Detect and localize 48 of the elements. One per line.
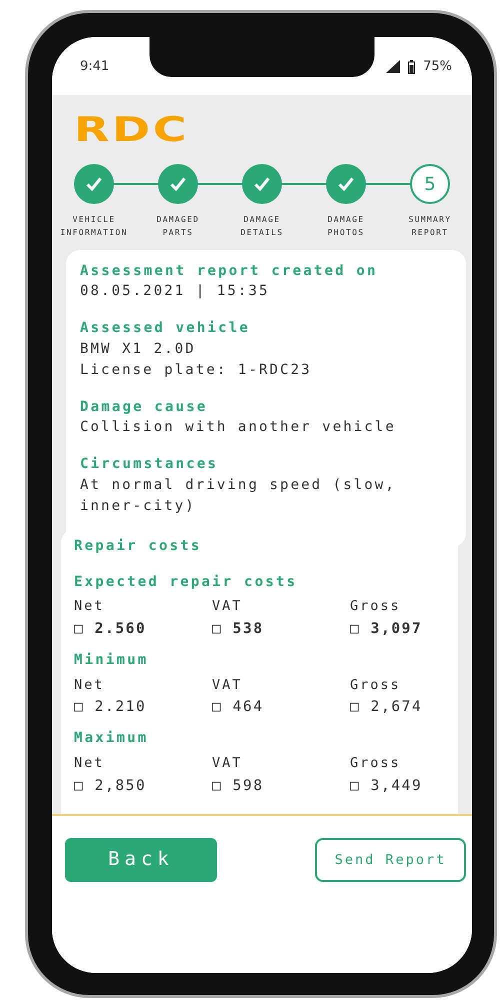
cost-value: □ 2,674 [350, 698, 424, 718]
check-icon [86, 177, 102, 191]
cost-label: VAT [212, 754, 244, 773]
cost-group-heading: Maximum [74, 729, 150, 748]
check-icon [170, 177, 186, 191]
section-heading: Damage cause [80, 398, 209, 417]
check-icon [254, 177, 270, 191]
step-label: DAMAGED PARTS [156, 214, 200, 239]
cost-label: Gross [350, 676, 402, 695]
logo: RDC [74, 113, 190, 147]
section-text: BMW X1 2.0D [80, 340, 197, 359]
cost-label: Gross [350, 754, 402, 773]
step-label: VEHICLE INFORMATION [60, 214, 128, 239]
section-heading: Circumstances [80, 455, 220, 474]
section-text: At normal driving speed (slow, inner-city) [80, 476, 397, 516]
step-label: DAMAGE PHOTOS [328, 214, 364, 239]
repair-costs-title: Repair costs [74, 536, 203, 556]
back-button[interactable]: Back [65, 838, 217, 882]
section-heading: Assessed vehicle [80, 319, 252, 338]
cost-value: □ 464 [212, 698, 265, 718]
cost-label: Net [74, 754, 106, 773]
cost-value: □ 2,850 [74, 776, 148, 796]
section-text: Collision with another vehicle [80, 418, 397, 438]
cost-group-heading: Expected repair costs [74, 572, 298, 592]
step-label: SUMMARY REPORT [408, 214, 452, 239]
cost-group-heading: Minimum [74, 650, 150, 670]
cost-value: □ 3,449 [350, 776, 424, 796]
section-text: License plate: 1-RDC23 [80, 360, 313, 380]
cost-value: □ 598 [212, 776, 265, 796]
cost-value: □ 538 [212, 620, 265, 639]
cost-label: Gross [350, 597, 402, 616]
battery-icon [408, 60, 416, 74]
current-step: 5 [410, 164, 450, 204]
status-time: 9:41 [80, 58, 110, 76]
battery-percentage: 75% [423, 58, 452, 76]
cost-label: Net [74, 597, 106, 616]
section-text: 08.05.2021 | 15:35 [80, 282, 271, 302]
cost-value: □ 3,097 [350, 620, 424, 639]
step-label: DAMAGE DETAILS [240, 214, 284, 239]
cost-label: Net [74, 676, 106, 695]
section-heading: Assessment report created on [80, 262, 379, 281]
cost-value: □ 2.560 [74, 620, 148, 639]
signal-icon [386, 60, 400, 74]
cost-label: VAT [212, 676, 244, 695]
cost-value: □ 2.210 [74, 698, 148, 718]
cost-label: VAT [212, 597, 244, 616]
send-report-button[interactable]: Send Report [315, 838, 466, 882]
check-icon [338, 177, 354, 191]
